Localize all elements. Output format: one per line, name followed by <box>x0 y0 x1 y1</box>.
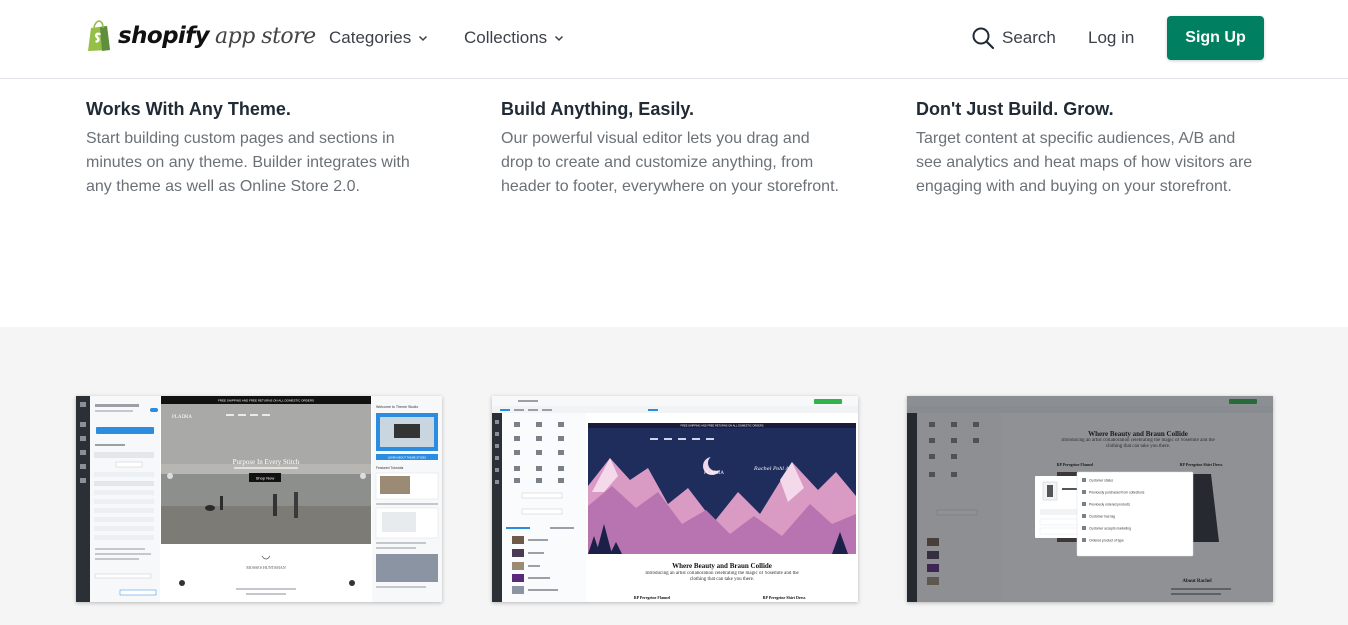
logo-wordmark: shopify <box>118 23 210 49</box>
collab-subline: Introducing an artist collaboration cele… <box>645 571 799 582</box>
menu-item: Customer has tag <box>1089 515 1115 519</box>
collab-brand: PLADRA <box>704 471 724 476</box>
login-link[interactable]: Log in <box>1088 28 1134 48</box>
logo-subtitle: app store <box>215 23 316 49</box>
product-left: RP Peregrine Flannel <box>634 595 671 600</box>
nav-collections-label: Collections <box>464 28 548 47</box>
app-screenshot-editor[interactable]: FREE SHIPPING AND FREE RETURNS ON ALL DO… <box>492 396 858 602</box>
announcement-bar-text: FREE SHIPPING AND FREE RETURNS ON ALL DO… <box>681 424 764 428</box>
screenshot-image: Where Beauty and Braun Collide Introduci… <box>907 396 1273 602</box>
screenshot-image: FREE SHIPPING AND FREE RETURNS ON ALL DO… <box>76 396 442 602</box>
hero-title: Purpose In Every Stitch <box>233 458 300 466</box>
menu-item: Previously purchased from collections <box>1089 491 1145 495</box>
feature-description: Target content at specific audiences, A/… <box>916 130 1253 195</box>
panel-title: Welcome to Theme Studio <box>376 405 418 409</box>
hero-button: Shop Now <box>256 476 275 481</box>
feature-title: Build Anything, Easily. <box>501 99 695 119</box>
menu-item: Customer status <box>1089 479 1113 483</box>
nav-categories[interactable]: Categories <box>329 28 428 48</box>
nav-collections[interactable]: Collections <box>464 28 564 48</box>
product-right: RP Peregrine Shirt Dress <box>763 595 806 600</box>
app-screenshot-theme-studio[interactable]: FREE SHIPPING AND FREE RETURNS ON ALL DO… <box>76 396 442 602</box>
store-brand: PLADRA <box>172 415 192 420</box>
chevron-down-icon <box>555 35 564 42</box>
search-button[interactable]: Search <box>971 26 1056 50</box>
search-icon <box>972 27 995 50</box>
sign-up-button[interactable]: Sign Up <box>1167 16 1264 60</box>
feature-description: Our powerful visual editor lets you drag… <box>501 130 839 195</box>
menu-item: Ordered product of type <box>1089 539 1124 543</box>
nav-categories-label: Categories <box>329 28 412 47</box>
feature-title: Don't Just Build. Grow. <box>916 99 1114 119</box>
feature-title: Works With Any Theme. <box>86 99 291 119</box>
collab-headline: Where Beauty and Braun Collide <box>672 562 772 570</box>
feature-grow: Don't Just Build. Grow. Target content a… <box>916 97 1261 199</box>
hunter-caption: MOSSES HUNTSMAN <box>246 565 285 570</box>
search-label: Search <box>1002 28 1056 47</box>
shopify-bag-icon <box>88 20 110 51</box>
panel-cta: LEARN ABOUT THEME STUDIO <box>388 455 426 459</box>
announcement-bar-text: FREE SHIPPING AND FREE RETURNS ON ALL DO… <box>218 399 314 403</box>
top-navigation-bar: shopify app store Categories Collections… <box>0 0 1348 79</box>
screenshot-image: FREE SHIPPING AND FREE RETURNS ON ALL DO… <box>492 396 858 602</box>
shopify-app-store-logo[interactable]: shopify app store <box>86 18 316 54</box>
app-screenshot-targeting[interactable]: Where Beauty and Braun Collide Introduci… <box>907 396 1273 602</box>
chevron-down-icon <box>419 35 428 42</box>
panel-section: Featured Tutorials <box>376 466 404 470</box>
feature-any-theme: Works With Any Theme. Start building cus… <box>86 97 431 199</box>
feature-build-anything: Build Anything, Easily. Our powerful vis… <box>501 97 846 199</box>
menu-item: Previously ordered products <box>1089 503 1130 507</box>
feature-description: Start building custom pages and sections… <box>86 130 410 195</box>
menu-item: Customer accepts marketing <box>1089 527 1131 531</box>
